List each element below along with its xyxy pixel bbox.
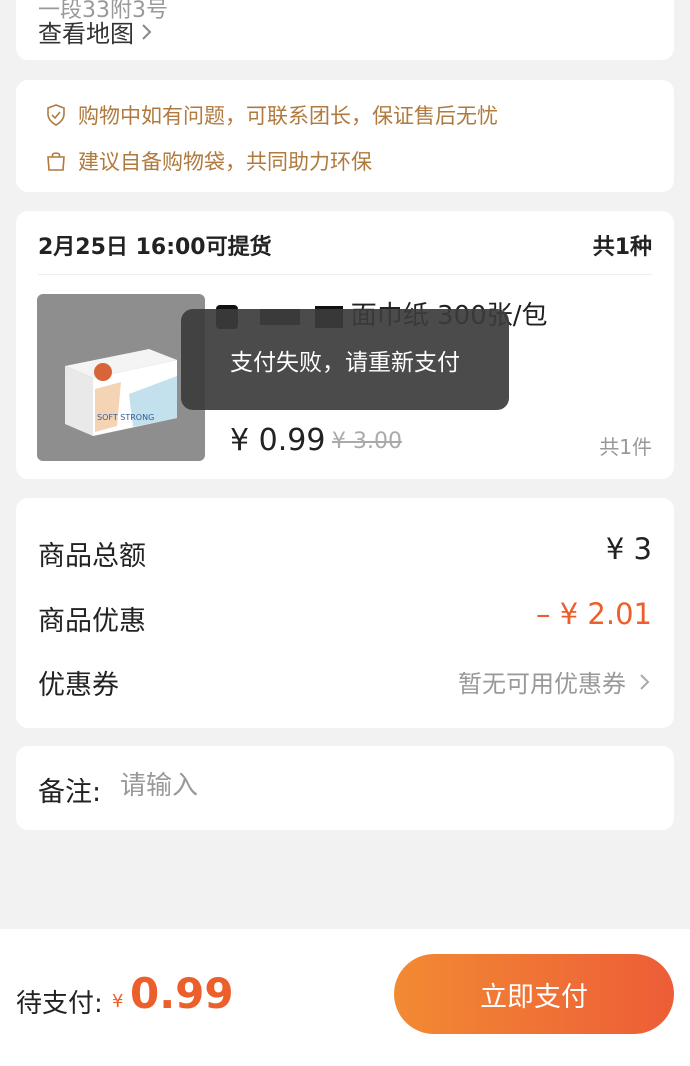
after-sale-notice: 购物中如有问题，可联系团长，保证售后无忧 xyxy=(44,100,498,130)
coupon-selector[interactable]: 暂无可用优惠券 xyxy=(458,664,652,699)
chevron-right-icon xyxy=(142,23,152,40)
view-map-link[interactable]: 查看地图 xyxy=(38,14,154,49)
coupon-label: 优惠券 xyxy=(38,670,119,701)
discount-value: – ¥ 2.01 xyxy=(536,597,652,631)
divider xyxy=(38,274,652,275)
chevron-right-icon xyxy=(640,673,650,690)
shopping-bag-icon xyxy=(47,152,65,171)
remark-input[interactable] xyxy=(120,764,640,808)
view-map-label: 查看地图 xyxy=(38,20,134,48)
shield-check-icon xyxy=(47,104,65,126)
product-quantity: 共1件 xyxy=(599,435,652,459)
product-price: ¥ 0.99 xyxy=(230,423,326,458)
total-value: ¥ 3 xyxy=(605,532,652,566)
bottom-pay-bar: 待支付: ¥ 0.99 立即支付 xyxy=(0,929,690,1066)
pay-amount: 0.99 xyxy=(130,969,234,1018)
pay-currency: ¥ xyxy=(112,991,124,1012)
pay-label: 待支付: xyxy=(16,989,103,1019)
payment-failed-toast: 支付失败，请重新支付 xyxy=(181,309,509,410)
kinds-count: 共1种 xyxy=(592,235,652,260)
discount-label: 商品优惠 xyxy=(38,606,146,637)
bag-notice-text: 建议自备购物袋，共同助力环保 xyxy=(78,150,372,174)
remark-card: 备注: xyxy=(16,746,674,830)
bag-notice: 建议自备购物袋，共同助力环保 xyxy=(44,146,372,176)
remark-label: 备注: xyxy=(38,777,102,808)
thumb-brand-text: SOFT STRONG xyxy=(97,413,154,422)
pickup-time: 2月25日 16:00可提货 xyxy=(38,235,272,260)
notice-card: 购物中如有问题，可联系团长，保证售后无忧 建议自备购物袋，共同助力环保 xyxy=(16,80,674,192)
pay-now-button[interactable]: 立即支付 xyxy=(394,954,674,1034)
address-card: 一段33附3号 查看地图 xyxy=(16,0,674,60)
product-thumbnail[interactable]: SOFT STRONG xyxy=(37,294,205,461)
total-label: 商品总额 xyxy=(38,541,146,572)
after-sale-notice-text: 购物中如有问题，可联系团长，保证售后无忧 xyxy=(78,104,498,128)
summary-card: 商品总额 ¥ 3 商品优惠 – ¥ 2.01 优惠券 暂无可用优惠券 xyxy=(16,498,674,728)
tissue-box-image: SOFT STRONG xyxy=(65,349,177,436)
product-original-price: ¥ 3.00 xyxy=(332,429,402,454)
coupon-value: 暂无可用优惠券 xyxy=(458,670,626,698)
